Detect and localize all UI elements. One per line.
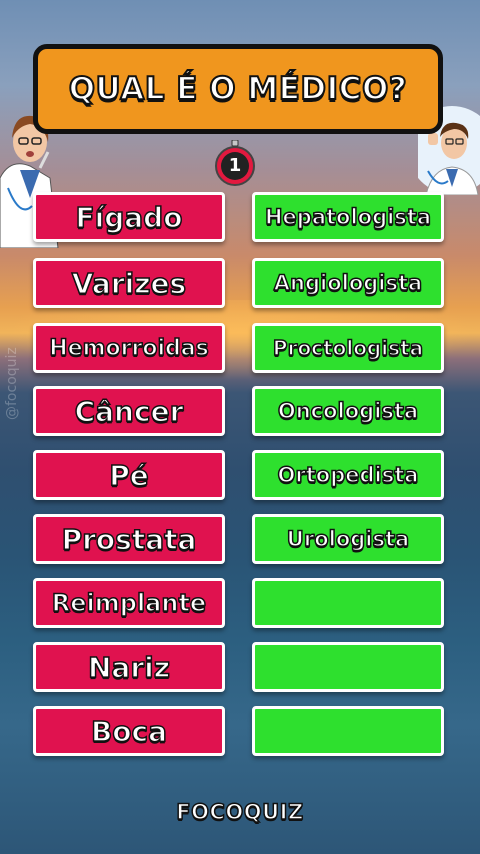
organ-label: Boca bbox=[90, 714, 168, 749]
organ-label: Câncer bbox=[74, 394, 184, 429]
organ-button-1[interactable]: Fígado bbox=[33, 192, 225, 242]
specialist-button-6[interactable]: Urologista bbox=[252, 514, 444, 564]
organ-button-7[interactable]: Reimplante bbox=[33, 578, 225, 628]
specialist-button-5[interactable]: Ortopedista bbox=[252, 450, 444, 500]
title-banner: QUAL É O MÉDICO? bbox=[33, 44, 443, 134]
specialist-label: Ortopedista bbox=[277, 462, 419, 488]
organ-button-9[interactable]: Boca bbox=[33, 706, 225, 756]
organ-label: Varizes bbox=[71, 266, 187, 301]
organ-button-6[interactable]: Prostata bbox=[33, 514, 225, 564]
specialist-label: Proctologista bbox=[272, 335, 424, 361]
specialist-button-4[interactable]: Oncologista bbox=[252, 386, 444, 436]
specialist-button-3[interactable]: Proctologista bbox=[252, 323, 444, 373]
brand-logo: FOCOQUIZ bbox=[176, 799, 304, 825]
specialist-label: Urologista bbox=[286, 526, 410, 552]
organ-label: Fígado bbox=[75, 200, 183, 235]
specialist-button-1[interactable]: Hepatologista bbox=[252, 192, 444, 242]
specialist-label: Angiologista bbox=[273, 270, 423, 296]
specialist-label: Hepatologista bbox=[264, 204, 432, 230]
organ-button-5[interactable]: Pé bbox=[33, 450, 225, 500]
specialist-button-8[interactable] bbox=[252, 642, 444, 692]
organ-button-3[interactable]: Hemorroidas bbox=[33, 323, 225, 373]
organ-label: Reimplante bbox=[51, 588, 207, 618]
timer: 1 bbox=[212, 139, 258, 186]
organ-label: Nariz bbox=[87, 650, 171, 685]
timer-value: 1 bbox=[228, 155, 242, 176]
specialist-button-9[interactable] bbox=[252, 706, 444, 756]
specialist-button-7[interactable] bbox=[252, 578, 444, 628]
organ-label: Hemorroidas bbox=[49, 335, 210, 362]
organ-button-2[interactable]: Varizes bbox=[33, 258, 225, 308]
page-title: QUAL É O MÉDICO? bbox=[68, 70, 408, 108]
organ-button-8[interactable]: Nariz bbox=[33, 642, 225, 692]
organ-button-4[interactable]: Câncer bbox=[33, 386, 225, 436]
specialist-button-2[interactable]: Angiologista bbox=[252, 258, 444, 308]
organ-label: Prostata bbox=[61, 522, 197, 557]
organ-label: Pé bbox=[108, 458, 149, 493]
specialist-label: Oncologista bbox=[277, 398, 419, 424]
watermark: @focoquiz bbox=[4, 347, 20, 420]
